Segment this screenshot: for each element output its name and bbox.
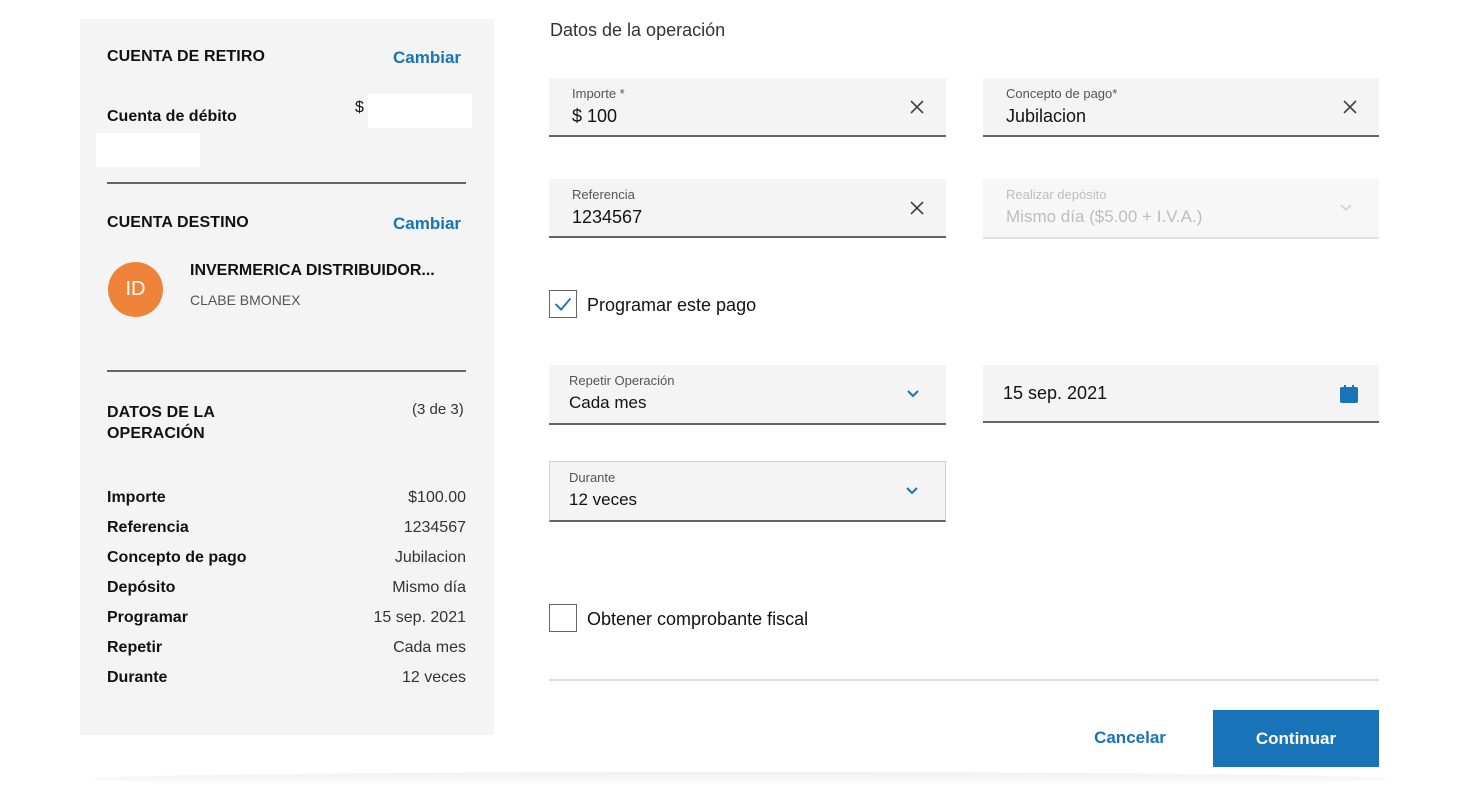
list-item: Durante 12 veces [107, 669, 466, 686]
avatar: ID [108, 262, 163, 317]
section-divider [107, 370, 466, 372]
bottom-shadow [90, 772, 1390, 786]
list-item: Concepto de pago Jubilacion [107, 549, 466, 566]
destination-account-title: CUENTA DESTINO [107, 214, 249, 231]
payment-concept-label: Concepto de pago* [1006, 86, 1118, 101]
step-indicator: (3 de 3) [412, 401, 464, 418]
debit-account-label: Cuenta de débito [107, 108, 237, 125]
fiscal-receipt-checkbox[interactable] [549, 604, 577, 632]
deposit-select: Realizar depósito Mismo día ($5.00 + I.V… [983, 179, 1379, 239]
amount-value[interactable]: $ 100 [572, 106, 617, 127]
checkmark-icon [554, 297, 572, 311]
amount-label: Importe * [572, 86, 625, 101]
list-item: Programar 15 sep. 2021 [107, 609, 466, 626]
chevron-down-icon[interactable] [906, 389, 920, 399]
change-withdraw-account-link[interactable]: Cambiar [393, 48, 461, 68]
list-item: Importe $100.00 [107, 489, 466, 506]
operation-summary-list: Importe $100.00 Referencia 1234567 Concept… [107, 487, 466, 697]
reference-value[interactable]: 1234567 [572, 207, 642, 228]
actions-divider [549, 679, 1379, 681]
summary-panel: CUENTA DE RETIRO Cambiar Cuenta de débit… [80, 19, 494, 735]
redacted-account-number [96, 133, 200, 167]
continue-button[interactable]: Continuar [1213, 710, 1379, 767]
destination-clabe: CLABE BMONEX [190, 292, 301, 308]
reference-label: Referencia [572, 187, 635, 202]
deposit-value: Mismo día ($5.00 + I.V.A.) [1006, 207, 1203, 226]
reference-field[interactable]: Referencia 1234567 [549, 179, 946, 238]
schedule-payment-label[interactable]: Programar este pago [587, 295, 756, 316]
duration-value[interactable]: 12 veces [569, 490, 637, 510]
repeat-operation-select[interactable]: Repetir Operación Cada mes [549, 365, 946, 425]
deposit-label: Realizar depósito [1006, 187, 1107, 202]
payment-concept-field[interactable]: Concepto de pago* Jubilacion [983, 78, 1379, 137]
fiscal-receipt-label[interactable]: Obtener comprobante fiscal [587, 609, 808, 630]
form-title: Datos de la operación [550, 20, 726, 40]
redacted-balance [368, 94, 472, 128]
repeat-operation-label: Repetir Operación [569, 373, 675, 388]
cancel-button[interactable]: Cancelar [1080, 710, 1180, 766]
destination-name: INVERMERICA DISTRIBUIDOR... [190, 262, 435, 279]
calendar-icon[interactable] [1339, 384, 1359, 404]
date-value[interactable]: 15 sep. 2021 [1003, 383, 1107, 404]
schedule-payment-checkbox[interactable] [549, 290, 577, 318]
chevron-down-icon [1340, 204, 1352, 212]
close-icon[interactable] [1341, 98, 1359, 116]
operation-data-title: DATOS DE LA OPERACIÓN [107, 404, 216, 442]
chevron-down-icon[interactable] [905, 486, 919, 496]
duration-select[interactable]: Durante 12 veces [549, 461, 946, 522]
withdraw-account-title: CUENTA DE RETIRO [107, 48, 266, 65]
duration-label: Durante [569, 470, 616, 485]
close-icon[interactable] [908, 98, 926, 116]
close-icon[interactable] [908, 199, 926, 217]
list-item: Depósito Mismo día [107, 579, 466, 596]
currency-symbol: $ [355, 99, 364, 116]
payment-concept-value[interactable]: Jubilacion [1006, 106, 1086, 127]
date-field[interactable]: 15 sep. 2021 [983, 365, 1379, 423]
amount-field[interactable]: Importe * $ 100 [549, 78, 946, 137]
list-item: Repetir Cada mes [107, 639, 466, 656]
list-item: Referencia 1234567 [107, 519, 466, 536]
repeat-operation-value[interactable]: Cada mes [569, 393, 646, 413]
change-destination-account-link[interactable]: Cambiar [393, 214, 461, 234]
section-divider [107, 182, 466, 184]
